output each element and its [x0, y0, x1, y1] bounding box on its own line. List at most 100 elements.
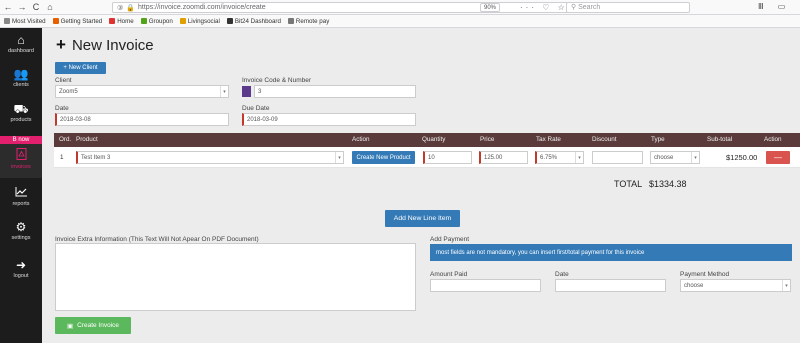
bookmark-label: Groupon: [148, 17, 173, 25]
sidebar-item-label: clients: [13, 82, 29, 88]
client-select[interactable]: Zoom5 ▾: [55, 85, 229, 98]
total-value: $1334.38: [649, 179, 687, 189]
back-icon[interactable]: ←: [2, 2, 14, 12]
chart-icon: [0, 186, 42, 200]
users-icon: 👥: [13, 67, 29, 81]
invoice-number-input[interactable]: 3: [254, 85, 416, 98]
col-subtotal: Sub-total: [707, 136, 733, 143]
bookmark-icon: [4, 18, 10, 24]
bookmark-icon: [52, 18, 59, 24]
page-actions-icons[interactable]: ··· ♡ ☆: [520, 3, 568, 12]
col-ord: Ord.: [59, 136, 72, 143]
new-client-button[interactable]: + New Client: [55, 62, 106, 74]
sidebar-item-label: settings: [11, 235, 31, 241]
col-type: Type: [651, 136, 665, 143]
tax-rate-select[interactable]: 6.75% ▾: [535, 151, 584, 164]
create-invoice-button[interactable]: ▣ Create Invoice: [55, 317, 131, 334]
bookmark-item[interactable]: Bit24 Dashboard: [226, 18, 281, 25]
col-discount: Discount: [592, 136, 617, 143]
bookmark-icon: [109, 18, 116, 24]
bookmark-item[interactable]: Remote pay: [287, 17, 330, 25]
chevron-down-icon: ▾: [220, 86, 228, 97]
price-input[interactable]: 125.00: [479, 151, 528, 164]
home-icon[interactable]: ⌂: [44, 2, 56, 12]
type-value: choose: [654, 154, 674, 161]
col-price: Price: [480, 136, 495, 143]
col-quantity: Quantity: [422, 136, 446, 143]
payment-info-banner: most fields are not mandatory, you can i…: [430, 244, 792, 261]
sidebar-item-clients[interactable]: 👥 clients: [0, 67, 42, 89]
date-value: 2018-03-08: [60, 116, 91, 123]
browser-toolbar: ← → C ⌂ ③ 🔒 https://invoice.zoomdi.com/i…: [0, 0, 800, 15]
product-select-value: Test Item 3: [81, 154, 111, 161]
invoice-color-swatch[interactable]: [242, 86, 251, 97]
url-text: https://invoice.zoomdi.com/invoice/creat…: [138, 4, 266, 11]
type-select[interactable]: choose ▾: [650, 151, 700, 164]
now-badge[interactable]: B now: [0, 136, 42, 144]
reload-icon[interactable]: C: [30, 2, 42, 12]
extra-info-textarea[interactable]: [55, 243, 416, 311]
chevron-down-icon: ▾: [691, 152, 699, 163]
bookmark-label: Livingsocial: [187, 17, 220, 25]
bookmark-item[interactable]: Groupon: [140, 17, 173, 25]
gear-icon: ⚙: [15, 220, 27, 234]
col-action: Action: [352, 136, 370, 143]
chevron-down-icon: ▾: [575, 152, 583, 163]
product-select[interactable]: Test Item 3 ▾: [76, 151, 344, 164]
sidebar-item-dashboard[interactable]: ⌂ dashboard: [0, 34, 42, 55]
payment-date-input[interactable]: [555, 279, 666, 292]
sidebar-item-settings[interactable]: ⚙ settings: [0, 220, 42, 242]
quantity-input[interactable]: 10: [423, 151, 472, 164]
bookmark-label: Remote pay: [295, 17, 330, 25]
bookmark-label: Getting Started: [60, 17, 103, 25]
bookmark-item[interactable]: Livingsocial: [179, 17, 220, 25]
bookmark-item[interactable]: Most Visited: [4, 18, 46, 25]
chevron-down-icon: ▾: [782, 280, 790, 291]
table-row: 1 Test Item 3 ▾ Create New Product 10 12…: [54, 147, 800, 168]
client-label: Client: [55, 77, 72, 84]
pdf-icon: [0, 148, 42, 163]
payment-method-label: Payment Method: [680, 271, 730, 278]
info-icon[interactable]: ③: [117, 4, 123, 12]
row-ord: 1: [60, 154, 64, 161]
tax-rate-value: 6.75%: [540, 154, 558, 161]
sidebar-item-label: logout: [13, 273, 29, 279]
amount-paid-input[interactable]: [430, 279, 541, 292]
lock-icon: 🔒: [126, 4, 135, 12]
discount-input[interactable]: [592, 151, 643, 164]
sidebar-item-logout[interactable]: ➜ logout: [0, 259, 42, 280]
sidebar: ⌂ dashboard 👥 clients ⛟ products B now i…: [0, 28, 42, 343]
chevron-down-icon: ▾: [335, 152, 343, 163]
create-new-product-button[interactable]: Create New Product: [352, 151, 415, 164]
bookmark-item[interactable]: Getting Started: [52, 17, 103, 25]
due-date-value: 2018-03-09: [247, 116, 278, 123]
line-items-header: Ord. Product Action Quantity Price Tax R…: [54, 133, 800, 147]
payment-method-select[interactable]: choose ▾: [680, 279, 791, 292]
plus-icon: +: [56, 35, 66, 54]
products-icon: ⛟: [13, 102, 29, 116]
sidebar-item-invoices[interactable]: invoices: [0, 148, 42, 170]
col-product: Product: [76, 136, 98, 143]
bookmarks-bar: Most Visited Getting Started Home Groupon Li…: [0, 15, 800, 28]
sidebar-item-products[interactable]: ⛟ products: [0, 102, 42, 124]
row-subtotal: $1250.00: [726, 153, 758, 162]
date-input[interactable]: 2018-03-08: [55, 113, 229, 126]
add-new-line-item-button[interactable]: Add New Line Item: [385, 210, 460, 227]
client-select-value: Zoom5: [59, 88, 78, 95]
bookmark-icon: [140, 18, 147, 24]
browser-search-input[interactable]: ⚲ Search: [566, 2, 690, 13]
due-date-label: Due Date: [242, 105, 270, 112]
due-date-input[interactable]: 2018-03-09: [242, 113, 416, 126]
remove-line-button[interactable]: —: [766, 151, 790, 164]
zoom-level[interactable]: 90%: [480, 3, 501, 12]
payment-date-label: Date: [555, 271, 569, 278]
search-placeholder: Search: [578, 4, 601, 11]
bookmark-item[interactable]: Home: [109, 18, 134, 25]
forward-icon[interactable]: →: [16, 2, 28, 12]
save-icon: ▣: [66, 322, 74, 330]
amount-paid-label: Amount Paid: [430, 271, 468, 278]
library-icons[interactable]: Ⅲ ▭: [758, 2, 791, 11]
sidebar-item-label: invoices: [11, 164, 31, 170]
address-bar[interactable]: ③ 🔒 https://invoice.zoomdi.com/invoice/c…: [112, 2, 572, 13]
sidebar-item-reports[interactable]: reports: [0, 186, 42, 207]
